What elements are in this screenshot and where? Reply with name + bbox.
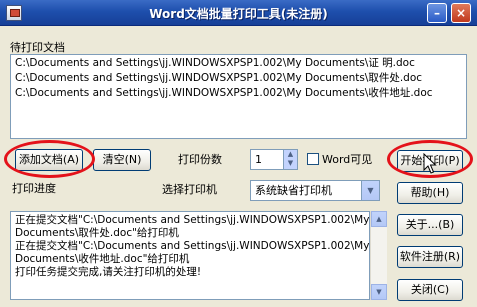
status-log[interactable]: 正在提交文档"C:\Documents and Settings\jj.WIND… (10, 211, 370, 300)
copies-stepper[interactable]: ▲ ▼ (283, 149, 298, 170)
word-visible-label: Word可见 (322, 153, 373, 166)
chevron-down-icon[interactable]: ▼ (361, 181, 379, 200)
log-line: 正在提交文档"C:\Documents and Settings\jj.WIND… (15, 214, 370, 226)
log-scrollbar[interactable]: ▲ ▼ (370, 211, 387, 300)
file-item[interactable]: C:\Documents and Settings\jj.WINDOWSXPSP… (11, 56, 466, 71)
log-line: 打印任务提交完成,请关注打印机的处理! (15, 266, 202, 278)
copies-label: 打印份数 (178, 153, 222, 166)
log-line: Documents\取件处.doc"给打印机 (15, 227, 179, 239)
help-button[interactable]: 帮助(H) (397, 182, 463, 204)
title-bar[interactable]: Word文档批量打印工具(未注册) – × (0, 0, 477, 26)
cursor-icon (423, 153, 437, 174)
spin-down-icon[interactable]: ▼ (284, 159, 297, 168)
log-line: 正在提交文档"C:\Documents and Settings\jj.WIND… (15, 240, 370, 252)
file-item[interactable]: C:\Documents and Settings\jj.WINDOWSXPSP… (11, 86, 466, 101)
printer-select[interactable]: 系统缺省打印机 ▼ (250, 180, 380, 201)
add-document-button[interactable]: 添加文档(A) (15, 149, 83, 171)
progress-label: 打印进度 (12, 182, 56, 195)
file-item[interactable]: C:\Documents and Settings\jj.WINDOWSXPSP… (11, 71, 466, 86)
window-title: Word文档批量打印工具(未注册) (149, 7, 328, 21)
close-button[interactable]: 关闭(C) (397, 279, 463, 301)
close-window-button[interactable]: × (451, 3, 471, 23)
scroll-up-icon[interactable]: ▲ (371, 211, 387, 227)
clear-button[interactable]: 清空(N) (93, 149, 151, 171)
register-button[interactable]: 软件注册(R) (397, 246, 463, 268)
scroll-down-icon[interactable]: ▼ (371, 284, 387, 300)
copies-input[interactable]: 1 (250, 149, 285, 170)
minimize-button[interactable]: – (427, 3, 447, 23)
spin-up-icon[interactable]: ▲ (284, 150, 297, 159)
pending-files-label: 待打印文档 (10, 41, 65, 54)
pending-files-list[interactable]: C:\Documents and Settings\jj.WINDOWSXPSP… (10, 54, 467, 139)
log-line: Documents\收件地址.doc"给打印机 (15, 253, 190, 265)
printer-label: 选择打印机 (162, 183, 217, 196)
printer-select-value: 系统缺省打印机 (255, 184, 332, 197)
about-button[interactable]: 关于...(B) (397, 214, 463, 236)
word-visible-checkbox[interactable] (307, 153, 319, 165)
